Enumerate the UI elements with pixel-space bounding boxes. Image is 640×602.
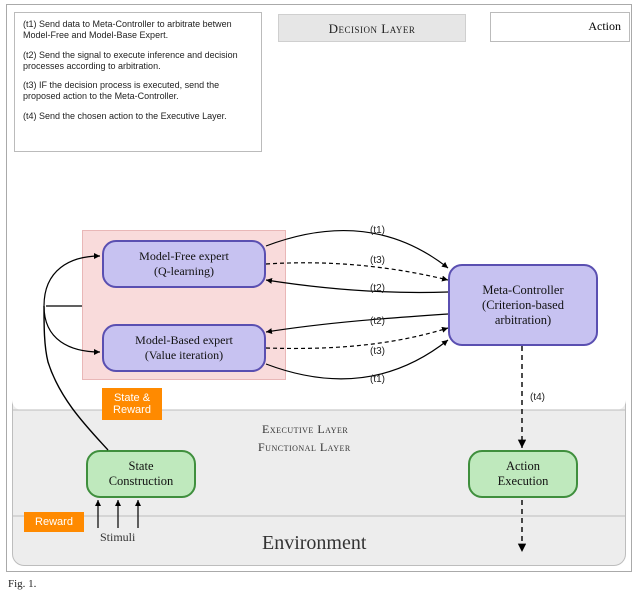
state-sub: Construction <box>109 474 174 489</box>
t2-label-mf: (t2) <box>370 283 385 294</box>
action-sub: Execution <box>498 474 549 489</box>
t1-label-bottom: (t1) <box>370 374 385 385</box>
legend-box: (t1) Send data to Meta-Controller to arb… <box>14 12 262 152</box>
caption-prefix: Fig. 1. <box>8 578 36 590</box>
model-free-expert: Model-Free expert (Q-learning) <box>102 240 266 288</box>
legend-t4: (t4) Send the chosen action to the Execu… <box>23 111 253 122</box>
legend-t1: (t1) Send data to Meta-Controller to arb… <box>23 19 253 42</box>
meta-sub2: arbitration) <box>495 313 551 328</box>
t4-label: (t4) <box>530 392 545 403</box>
state-construction: State Construction <box>86 450 196 498</box>
legend-t3: (t3) IF the decision process is executed… <box>23 80 253 103</box>
state-title: State <box>129 459 154 474</box>
mb-expert-sub: (Value iteration) <box>145 348 223 363</box>
action-execution: Action Execution <box>468 450 578 498</box>
stimuli-label: Stimuli <box>100 530 135 545</box>
model-based-expert: Model-Based expert (Value iteration) <box>102 324 266 372</box>
reward-tag: Reward <box>24 512 84 532</box>
legend-t2: (t2) Send the signal to execute inferenc… <box>23 50 253 73</box>
mb-expert-title: Model-Based expert <box>135 333 233 348</box>
t2-label-mb: (t2) <box>370 316 385 327</box>
executive-layer-label: Executive Layer <box>262 422 348 437</box>
meta-controller: Meta-Controller (Criterion-based arbitra… <box>448 264 598 346</box>
t3-label-mf: (t3) <box>370 255 385 266</box>
tag-state-reward-l2: Reward <box>113 404 151 416</box>
t1-label-top: (t1) <box>370 225 385 236</box>
action-legend-label: Action <box>588 19 621 34</box>
action-title: Action <box>506 459 540 474</box>
t3-label-mb: (t3) <box>370 346 385 357</box>
environment-label: Environment <box>262 532 366 555</box>
meta-sub1: (Criterion-based <box>482 298 564 313</box>
decision-layer-title: Decision Layer <box>278 14 466 42</box>
mf-expert-title: Model-Free expert <box>139 249 229 264</box>
figure-caption: Fig. 1. <box>8 578 36 590</box>
meta-title: Meta-Controller <box>482 283 563 298</box>
tag-reward: Reward <box>35 516 73 528</box>
diagram-stage: (t1) Send data to Meta-Controller to arb… <box>0 0 640 602</box>
functional-layer-label: Functional Layer <box>258 440 351 455</box>
mf-expert-sub: (Q-learning) <box>154 264 214 279</box>
tag-state-reward-l1: State & <box>114 392 150 404</box>
state-reward-tag: State & Reward <box>102 388 162 420</box>
action-legend: Action <box>490 12 630 42</box>
